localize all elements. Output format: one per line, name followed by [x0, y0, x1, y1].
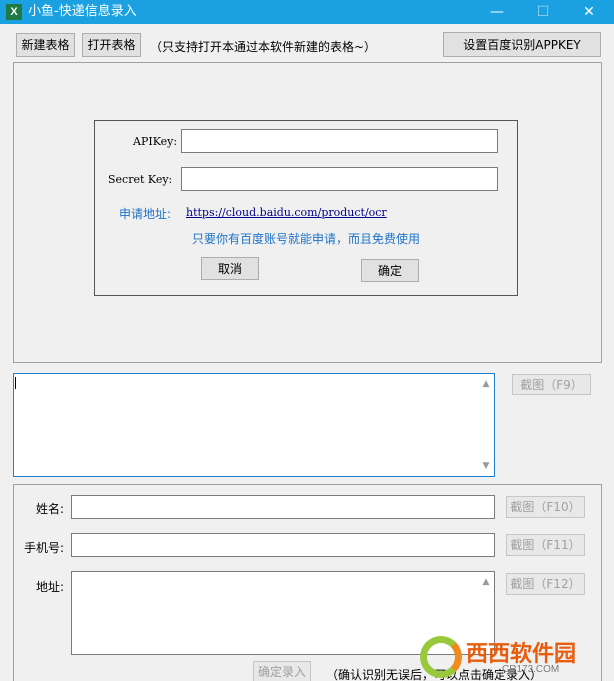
phone-label: 手机号: [24, 541, 65, 555]
address-label: 地址: [36, 580, 65, 594]
new-table-button[interactable]: 新建表格 [16, 33, 75, 57]
window-title: 小鱼-快递信息录入 [28, 4, 137, 19]
capture-f10-button[interactable]: 截图（F10） [506, 496, 585, 518]
appkey-dialog: APIKey: Secret Key: 申请地址: https://cloud.… [94, 120, 518, 296]
title-bar: X 小鱼-快递信息录入 — ☐ ✕ [0, 0, 614, 24]
scroll-up-icon[interactable]: ▲ [481, 379, 491, 389]
apikey-label: APIKey: [133, 135, 178, 148]
address-scroll-up-icon[interactable]: ▲ [481, 577, 491, 587]
apply-address-label: 申请地址: [119, 207, 172, 221]
watermark-subtext: CR173.COM [502, 664, 560, 675]
secret-key-label: Secret Key: [108, 173, 173, 186]
open-table-button[interactable]: 打开表格 [82, 33, 141, 57]
minimize-button[interactable]: — [474, 0, 520, 24]
site-watermark: 西西软件园 CR173.COM [416, 632, 614, 681]
set-appkey-button[interactable]: 设置百度识别APPKEY [443, 32, 601, 57]
apply-url-link[interactable]: https://cloud.baidu.com/product/ocr [186, 206, 387, 219]
ocr-text-area[interactable]: ▲ ▼ [13, 373, 495, 477]
close-button[interactable]: ✕ [566, 0, 612, 24]
scroll-down-icon[interactable]: ▼ [481, 461, 491, 471]
cancel-button[interactable]: 取消 [201, 257, 259, 280]
capture-f9-button[interactable]: 截图（F9） [512, 374, 591, 395]
text-caret [15, 377, 16, 389]
open-table-hint: （只支持打开本通过本软件新建的表格~） [150, 40, 377, 54]
excel-app-icon: X [6, 4, 22, 20]
secret-key-input[interactable] [181, 167, 498, 191]
free-note: 只要你有百度账号就能申请，而且免费使用 [192, 232, 421, 246]
phone-input[interactable] [71, 533, 495, 557]
watermark-logo-icon [420, 636, 462, 678]
capture-f12-button[interactable]: 截图（F12） [506, 573, 585, 595]
name-input[interactable] [71, 495, 495, 519]
name-label: 姓名: [36, 502, 65, 516]
submit-entry-button[interactable]: 确定录入 [253, 661, 311, 681]
apikey-input[interactable] [181, 129, 498, 153]
confirm-button[interactable]: 确定 [361, 259, 419, 282]
capture-f11-button[interactable]: 截图（F11） [506, 534, 585, 556]
maximize-button[interactable]: ☐ [520, 0, 566, 24]
